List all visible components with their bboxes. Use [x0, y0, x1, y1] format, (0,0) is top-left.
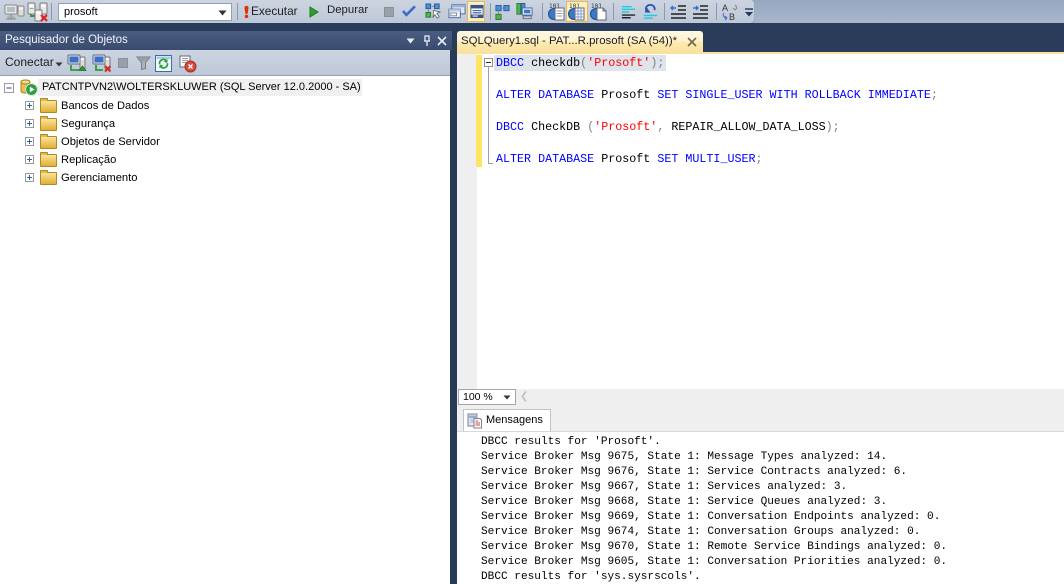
svg-text:B: B	[729, 12, 735, 21]
svg-text:A: A	[722, 3, 728, 13]
